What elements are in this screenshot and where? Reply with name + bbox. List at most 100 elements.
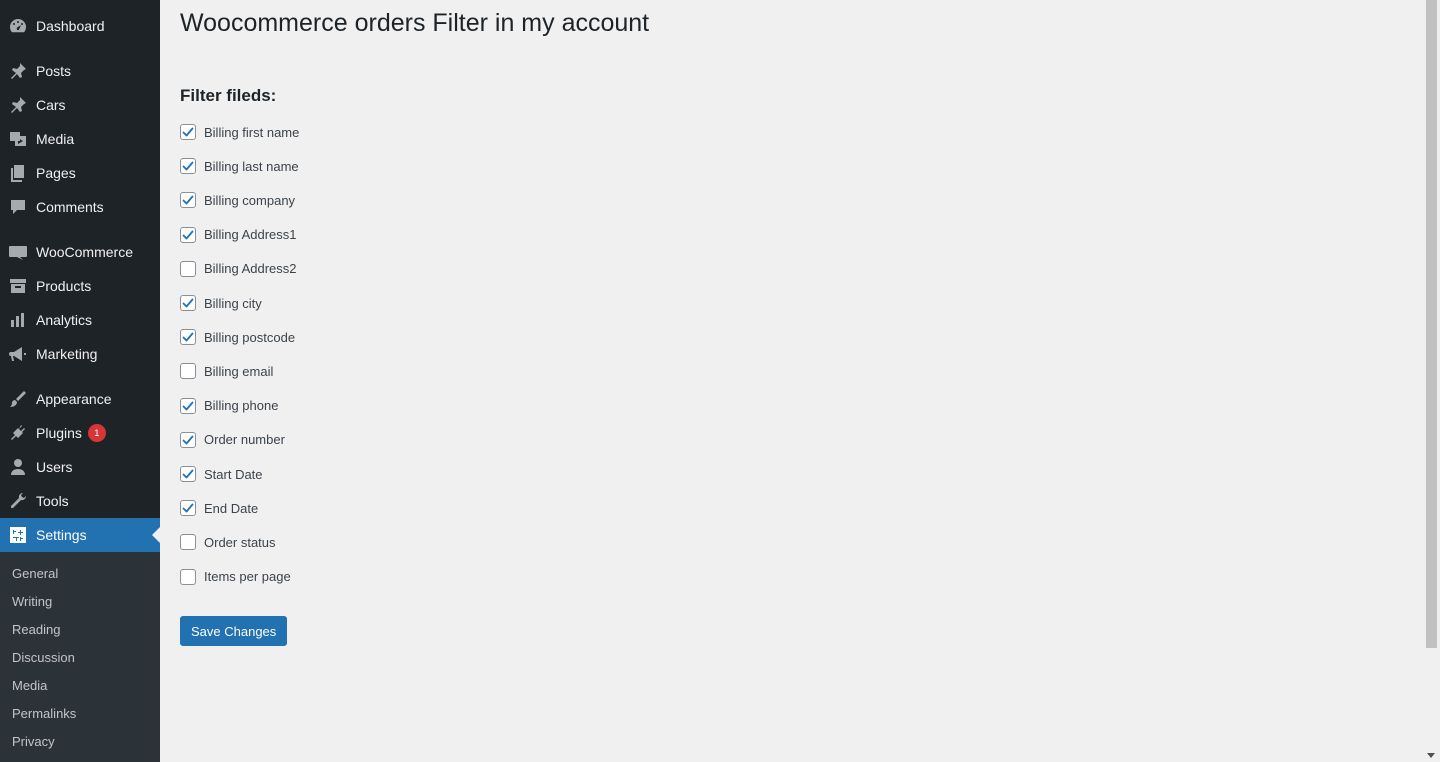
filter-field-checkbox[interactable] bbox=[180, 431, 196, 448]
pages-icon bbox=[0, 163, 36, 183]
filter-field-label: Order status bbox=[204, 534, 276, 550]
filter-field-row[interactable]: End Date bbox=[180, 498, 258, 518]
sidebar-item-woocommerce[interactable]: WooCommerce bbox=[0, 235, 160, 269]
filter-field-checkbox[interactable] bbox=[180, 158, 196, 175]
plugin-icon bbox=[0, 423, 36, 443]
submenu-item-discussion[interactable]: Discussion bbox=[12, 650, 75, 665]
sidebar-item-label: Appearance bbox=[36, 391, 112, 407]
filter-field-checkbox[interactable] bbox=[180, 329, 196, 346]
checkmark-icon bbox=[182, 469, 194, 479]
filter-field-row[interactable]: Billing company bbox=[180, 190, 295, 210]
checkmark-icon bbox=[182, 195, 194, 205]
sidebar-item-analytics[interactable]: Analytics bbox=[0, 303, 160, 337]
filter-field-checkbox[interactable] bbox=[180, 397, 196, 414]
filter-field-label: Start Date bbox=[204, 466, 263, 482]
settings-icon bbox=[0, 525, 36, 545]
filter-field-checkbox[interactable] bbox=[180, 124, 196, 140]
submenu-item-permalinks[interactable]: Permalinks bbox=[12, 706, 76, 721]
filter-field-row[interactable]: Billing Address2 bbox=[180, 259, 297, 279]
sidebar-item-label: Plugins bbox=[36, 425, 82, 441]
filter-field-row[interactable]: Billing email bbox=[180, 361, 273, 381]
checkmark-icon bbox=[182, 435, 194, 445]
filter-field-row[interactable]: Billing first name bbox=[180, 122, 299, 142]
filter-field-checkbox[interactable] bbox=[180, 568, 196, 585]
filter-field-checkbox[interactable] bbox=[180, 226, 196, 243]
filter-field-checkbox[interactable] bbox=[180, 192, 196, 209]
filter-field-row[interactable]: Billing Address1 bbox=[180, 225, 297, 245]
dashboard-icon bbox=[0, 16, 36, 36]
checkmark-icon bbox=[182, 127, 194, 137]
pin-icon bbox=[0, 61, 36, 81]
archive-icon bbox=[0, 276, 36, 296]
filter-field-label: Billing email bbox=[204, 363, 274, 379]
filter-field-checkbox[interactable] bbox=[180, 500, 196, 517]
media-icon bbox=[0, 129, 36, 149]
filter-field-label: Billing company bbox=[204, 192, 296, 208]
sidebar-item-label: Cars bbox=[36, 97, 66, 113]
megaphone-icon bbox=[0, 344, 36, 364]
sidebar-item-plugins[interactable]: Plugins 1 bbox=[0, 416, 160, 450]
checkmark-icon bbox=[182, 230, 194, 239]
filter-field-label: Billing Address1 bbox=[204, 227, 297, 243]
bar-chart-icon bbox=[0, 310, 36, 330]
sidebar-item-comments[interactable]: Comments bbox=[0, 190, 160, 224]
filter-field-checkbox[interactable] bbox=[180, 534, 196, 551]
filter-field-label: End Date bbox=[204, 500, 259, 516]
sidebar-item-tools[interactable]: Tools bbox=[0, 484, 160, 518]
submenu-item-writing[interactable]: Writing bbox=[12, 594, 52, 609]
sidebar-item-users[interactable]: Users bbox=[0, 450, 160, 484]
filter-field-label: Billing Address2 bbox=[204, 261, 297, 277]
filter-field-row[interactable]: Billing last name bbox=[180, 156, 299, 176]
filter-field-row[interactable]: Billing city bbox=[180, 293, 262, 313]
sidebar-item-pages[interactable]: Pages bbox=[0, 156, 160, 190]
checkmark-icon bbox=[182, 332, 194, 342]
save-changes-button[interactable]: Save Changes bbox=[180, 616, 288, 646]
sidebar-item-label: Comments bbox=[36, 199, 104, 215]
update-count-badge: 1 bbox=[87, 424, 106, 442]
pin-icon bbox=[0, 95, 36, 115]
submenu-item-media[interactable]: Media bbox=[12, 678, 47, 693]
filter-field-label: Order number bbox=[204, 432, 285, 448]
sidebar-item-label: Pages bbox=[36, 165, 76, 181]
sidebar-item-marketing[interactable]: Marketing bbox=[0, 337, 160, 371]
filter-field-checkbox[interactable] bbox=[180, 466, 196, 482]
submenu-item-privacy[interactable]: Privacy bbox=[12, 734, 55, 749]
comment-icon bbox=[0, 197, 36, 217]
sidebar-item-products[interactable]: Products bbox=[0, 269, 160, 303]
sidebar-item-appearance[interactable]: Appearance bbox=[0, 382, 160, 416]
filter-field-label: Billing last name bbox=[204, 158, 299, 174]
filter-field-checkbox[interactable] bbox=[180, 363, 196, 380]
sidebar-item-dashboard[interactable]: Dashboard bbox=[0, 9, 160, 43]
settings-submenu: General Writing Reading Discussion Media… bbox=[0, 552, 160, 762]
admin-sidebar: Dashboard Posts Cars Media Pages Comment… bbox=[0, 0, 160, 762]
filter-field-label: Billing postcode bbox=[204, 329, 296, 345]
sidebar-item-label: Dashboard bbox=[36, 18, 105, 34]
submenu-item-reading[interactable]: Reading bbox=[12, 622, 60, 637]
sidebar-item-settings[interactable]: Settings bbox=[0, 518, 160, 552]
filter-field-row[interactable]: Billing phone bbox=[180, 396, 278, 416]
scroll-down-arrow-icon[interactable] bbox=[1427, 753, 1435, 758]
current-menu-arrow bbox=[152, 527, 160, 543]
checkmark-icon bbox=[182, 503, 194, 513]
scrollbar[interactable] bbox=[1423, 0, 1440, 762]
sidebar-item-label: Users bbox=[36, 459, 73, 475]
filter-field-row[interactable]: Items per page bbox=[180, 567, 291, 587]
woo-icon bbox=[0, 242, 36, 262]
filter-field-row[interactable]: Order status bbox=[180, 532, 276, 552]
filter-field-row[interactable]: Order number bbox=[180, 430, 285, 450]
filter-field-row[interactable]: Billing postcode bbox=[180, 327, 295, 347]
sidebar-item-label: Media bbox=[36, 131, 75, 147]
submenu-item-general[interactable]: General bbox=[12, 566, 58, 581]
scrollbar-thumb[interactable] bbox=[1426, 0, 1437, 648]
sidebar-item-posts[interactable]: Posts bbox=[0, 54, 160, 88]
user-icon bbox=[0, 457, 36, 477]
sidebar-item-media[interactable]: Media bbox=[0, 122, 160, 156]
sidebar-item-label: Posts bbox=[36, 63, 72, 79]
filter-field-label: Billing city bbox=[204, 295, 262, 311]
checkmark-icon bbox=[182, 298, 194, 308]
sidebar-item-cars[interactable]: Cars bbox=[0, 88, 160, 122]
filter-field-checkbox[interactable] bbox=[180, 295, 196, 311]
filter-field-checkbox[interactable] bbox=[180, 260, 196, 277]
wrench-icon bbox=[0, 491, 36, 511]
filter-field-row[interactable]: Start Date bbox=[180, 464, 263, 484]
